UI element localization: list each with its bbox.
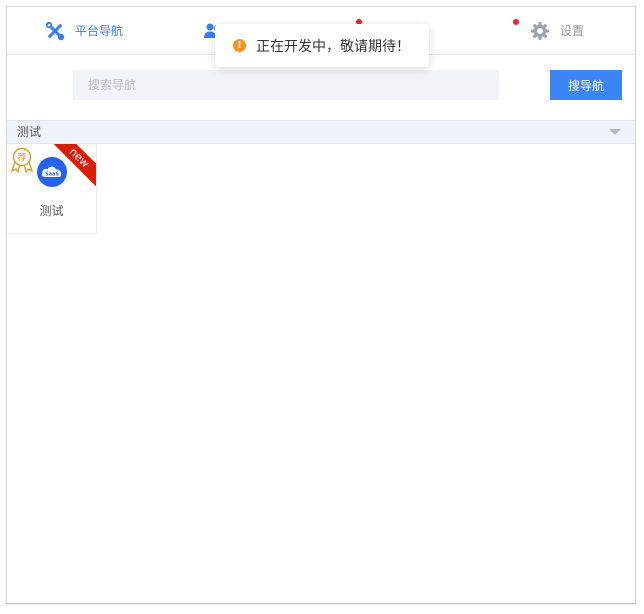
warning-icon: !	[233, 39, 246, 52]
nav-item-label: 设置	[560, 24, 585, 38]
card-label: 测试	[39, 204, 64, 218]
app-window: 平台导航 设置 ! 正在开发中，敬请期待！ 搜索导航 搜导航 测试 new Sa…	[6, 6, 636, 604]
toast-text: 正在开发中，敬请期待！	[256, 38, 410, 55]
search-input[interactable]	[73, 70, 499, 100]
tools-icon	[45, 21, 65, 41]
notification-dot	[513, 19, 519, 25]
nav-item-platform[interactable]: 平台导航	[45, 7, 123, 55]
search-button[interactable]: 搜导航	[550, 70, 622, 100]
category-header[interactable]: 测试	[7, 120, 635, 144]
saas-cloud-icon: SaaS	[37, 157, 67, 187]
badge-text: 荐	[17, 153, 26, 164]
nav-item-settings[interactable]: 设置	[530, 7, 584, 55]
caret-down-icon[interactable]	[609, 129, 621, 135]
toast-message: ! 正在开发中，敬请期待！	[215, 24, 429, 67]
recommend-badge-icon: 荐	[10, 147, 34, 174]
category-label: 测试	[17, 125, 42, 139]
nav-item-label: 平台导航	[75, 24, 124, 38]
gear-icon	[530, 21, 550, 41]
saas-text: SaaS	[45, 171, 59, 177]
